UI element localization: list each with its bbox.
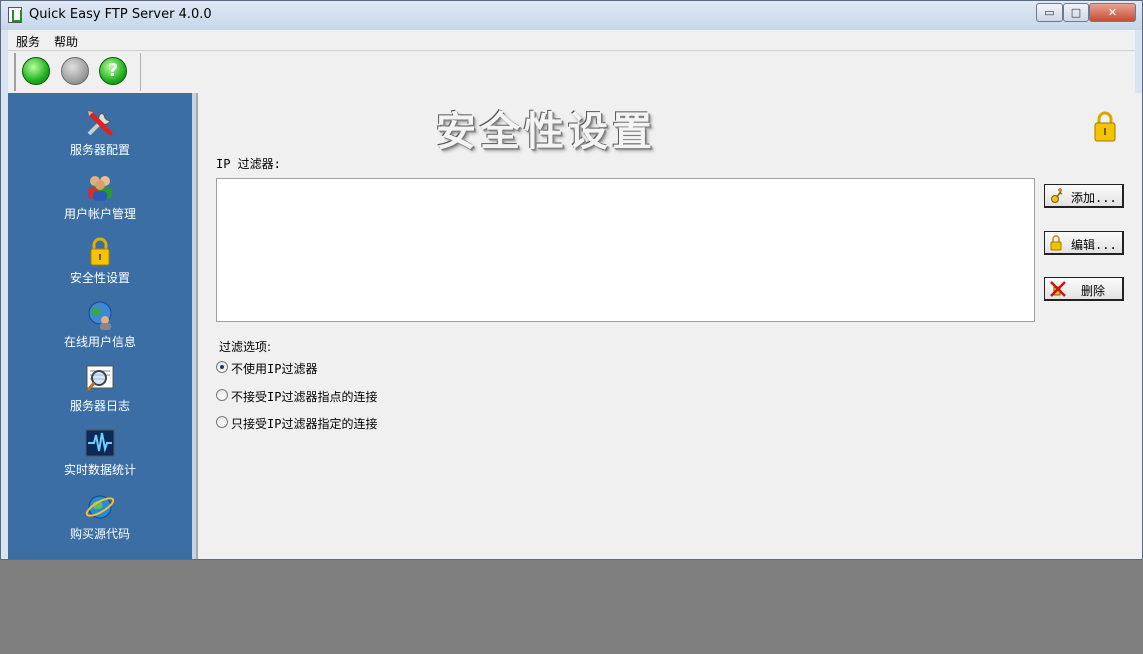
sidebar-item-label: 安全性设置 [69, 271, 130, 285]
lock-icon [1091, 109, 1119, 143]
globe-users-icon [84, 299, 116, 331]
sidebar-item-realtime-stats[interactable]: 实时数据统计 [8, 427, 192, 487]
edit-lock-icon [1050, 235, 1062, 255]
pulse-chart-icon [84, 427, 116, 459]
ip-filter-label: IP 过滤器: [216, 157, 281, 171]
start-server-button[interactable] [22, 57, 50, 85]
ip-filter-list[interactable] [216, 178, 1035, 322]
sidebar: 服务器配置 用户帐户管理 安全性设置 在线用户信息 服务器日志 实时数据统计 购… [8, 93, 196, 559]
sidebar-item-label: 购买源代码 [69, 527, 130, 541]
log-search-icon [84, 363, 116, 395]
option-label: 只接受IP过滤器指定的连接 [231, 417, 378, 431]
menu-help[interactable]: 帮助 [54, 33, 78, 50]
close-button[interactable]: ✕ [1089, 3, 1136, 22]
toolbar: ? [8, 51, 1135, 93]
security-settings-panel: 安全性设置 IP 过滤器: 添加... 编辑... 删除 过滤选项: 不使用IP… [196, 93, 1142, 559]
toolbar-button-group: ? [14, 53, 141, 91]
internet-globe-icon [84, 491, 116, 523]
users-icon [84, 171, 116, 203]
sidebar-item-label: 服务器配置 [69, 143, 130, 157]
add-button-label: 添加... [1071, 191, 1117, 205]
delete-icon [1050, 281, 1066, 301]
app-logo-icon [8, 7, 22, 23]
minimize-button[interactable]: ▭ [1036, 3, 1063, 22]
add-button[interactable]: 添加... [1044, 184, 1124, 208]
lock-icon [84, 235, 116, 267]
sidebar-item-buy-source[interactable]: 购买源代码 [8, 491, 192, 551]
page-title: 安全性设置 [436, 108, 656, 155]
title-bar[interactable]: Quick Easy FTP Server 4.0.0 ▭ □ ✕ [1, 1, 1142, 30]
delete-button[interactable]: 删除 [1044, 277, 1124, 301]
stop-server-button[interactable] [61, 57, 89, 85]
sidebar-item-online-users[interactable]: 在线用户信息 [8, 299, 192, 359]
sidebar-item-user-accounts[interactable]: 用户帐户管理 [8, 171, 192, 231]
sidebar-item-server-log[interactable]: 服务器日志 [8, 363, 192, 423]
option-label: 不接受IP过滤器指点的连接 [231, 390, 378, 404]
option-label: 不使用IP过滤器 [231, 362, 318, 376]
sidebar-item-label: 在线用户信息 [63, 335, 136, 349]
sidebar-item-security[interactable]: 安全性设置 [8, 235, 192, 295]
window-title: Quick Easy FTP Server 4.0.0 [29, 7, 212, 22]
radio-accept-filtered-only[interactable] [216, 416, 228, 428]
maximize-button[interactable]: □ [1063, 3, 1089, 22]
radio-no-filter[interactable] [216, 361, 228, 373]
sidebar-item-label: 服务器日志 [69, 399, 130, 413]
filter-options-label: 过滤选项: [219, 340, 272, 354]
edit-button-label: 编辑... [1071, 238, 1117, 252]
radio-reject-filtered[interactable] [216, 389, 228, 401]
sidebar-item-label: 用户帐户管理 [63, 207, 136, 221]
edit-button[interactable]: 编辑... [1044, 231, 1124, 255]
sidebar-item-server-config[interactable]: 服务器配置 [8, 107, 192, 167]
menu-service[interactable]: 服务 [16, 33, 40, 50]
app-window: Quick Easy FTP Server 4.0.0 ▭ □ ✕ 服务 帮助 … [0, 0, 1143, 560]
add-key-icon [1050, 188, 1064, 208]
help-button[interactable]: ? [99, 57, 127, 85]
tools-icon [84, 107, 116, 139]
delete-button-label: 删除 [1081, 284, 1106, 298]
menu-bar: 服务 帮助 [8, 30, 1135, 51]
sidebar-item-label: 实时数据统计 [63, 463, 136, 477]
